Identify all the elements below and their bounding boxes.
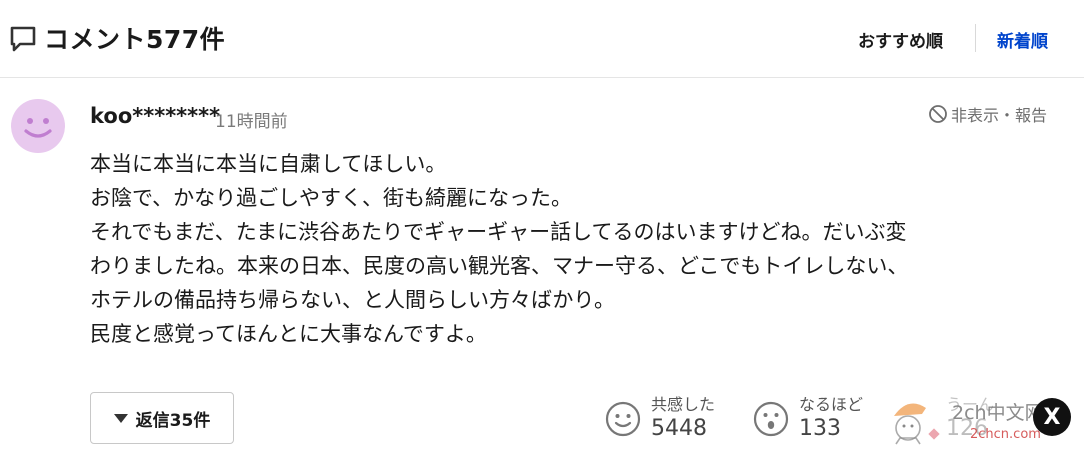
- comment-timestamp: 11時間前: [215, 112, 288, 132]
- comment-line: ホテルの備品持ち帰らない、と人間らしい方々ばかり。: [90, 288, 615, 312]
- sort-divider: [975, 24, 976, 52]
- caret-down-icon: [113, 413, 128, 423]
- sort-recommended-button[interactable]: おすすめ順: [858, 27, 943, 52]
- watermark-text: 2ch中文网: [952, 402, 1044, 424]
- comment-username[interactable]: koo********: [90, 104, 220, 128]
- prohibit-icon: [929, 105, 947, 123]
- avatar: [11, 99, 65, 153]
- mascot-watermark-icon: [894, 403, 940, 445]
- reaction-count: 133: [799, 416, 841, 441]
- comments-header: コメント577件 おすすめ順 新着順: [0, 0, 1084, 78]
- comment-line: わりましたね。本来の日本、民度の高い観光客、マナー守る、どこでもトイレしない、: [90, 254, 909, 278]
- replies-label: 返信35件: [135, 410, 211, 431]
- comment-icon: [10, 26, 36, 52]
- sort-newest-button[interactable]: 新着順: [997, 27, 1048, 52]
- comment-line: 民度と感覚ってほんとに大事なんですよ。: [90, 322, 487, 346]
- watermark-url: 2chcn.com: [970, 427, 1041, 442]
- reaction-count: 5448: [651, 416, 707, 441]
- reaction-label: なるほど: [799, 395, 864, 414]
- comment-line: それでもまだ、たまに渋谷あたりでギャーギャー話してるのはいますけどね。だいぶ変: [90, 220, 907, 244]
- comment-line: 本当に本当に本当に自粛してほしい。: [90, 152, 447, 176]
- comment-line: お陰で、かなり過ごしやすく、街も綺麗になった。: [90, 186, 572, 210]
- comment-body: 本当に本当に本当に自粛してほしい。 お陰で、かなり過ごしやすく、街も綺麗になった…: [90, 147, 1070, 351]
- reaction-insightful-button[interactable]: なるほど 133: [753, 395, 863, 443]
- smile-face-icon: [605, 401, 641, 437]
- hide-report-button[interactable]: 非表示・報告: [928, 102, 1047, 126]
- reaction-label: 共感した: [651, 395, 716, 414]
- x-share-button[interactable]: X: [1033, 398, 1071, 436]
- comments-title: コメント577件: [44, 25, 226, 54]
- reaction-empathize-button[interactable]: 共感した 5448: [605, 395, 715, 443]
- smiley-avatar-icon: [24, 118, 52, 138]
- replies-toggle-button[interactable]: 返信35件: [90, 392, 234, 444]
- surprised-face-icon: [753, 401, 789, 437]
- report-label: 非表示・報告: [951, 106, 1048, 125]
